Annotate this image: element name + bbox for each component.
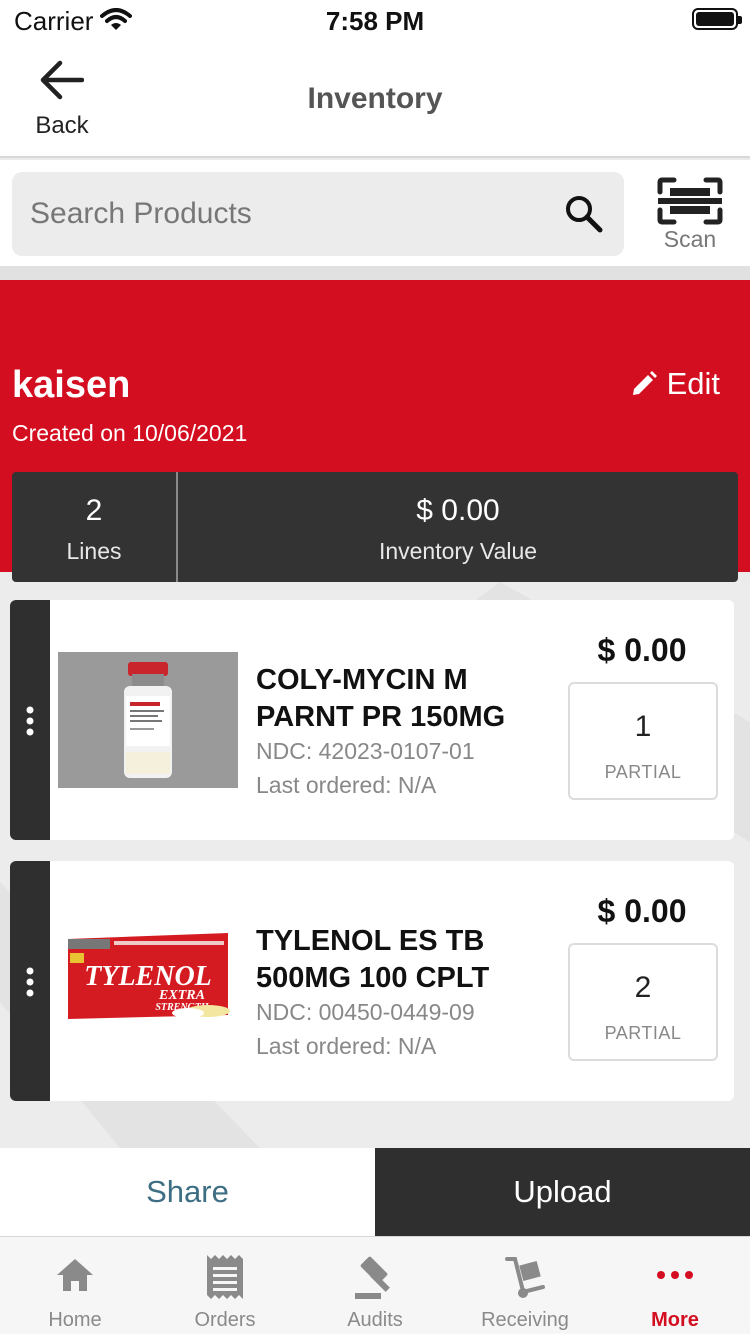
page-title: Inventory [307,82,443,115]
tab-label: More [651,1309,699,1331]
back-label: Back [35,112,89,139]
product-list: COLY-MYCIN M PARNT PR 150MG NDC: 42023-0… [0,582,750,1148]
tab-receiving[interactable]: Receiving [450,1237,600,1334]
action-bar: Share Upload [0,1148,750,1236]
home-icon [57,1259,93,1291]
inventory-stats: 2 Lines $ 0.00 Inventory Value [12,472,738,582]
tab-more[interactable]: More [600,1237,750,1334]
upload-button[interactable]: Upload [375,1148,750,1236]
search-icon[interactable] [564,194,604,234]
product-name: TYLENOL ES TB 500MG 100 CPLT [256,923,556,997]
tab-audits[interactable]: Audits [300,1237,450,1334]
product-price: $ 0.00 [597,632,687,668]
inventory-value: $ 0.00 [416,494,500,527]
tab-label: Audits [347,1309,403,1331]
card-menu-handle[interactable] [10,600,50,840]
more-vertical-icon [26,967,34,997]
quantity-unit: PARTIAL [604,1023,682,1043]
edit-label: Edit [666,366,720,401]
product-last-ordered: Last ordered: N/A [256,1033,437,1059]
gavel-icon [355,1256,390,1299]
quantity-value: 1 [634,710,652,743]
inventory-value-label: Inventory Value [378,538,538,564]
tab-label: Receiving [481,1309,569,1331]
quantity-value: 2 [634,971,652,1004]
scan-button[interactable]: Scan [652,174,728,258]
status-bar: Carrier 7:58 PM [0,0,750,40]
product-name-line: 500MG 100 CPLT [256,962,490,994]
receipt-icon [207,1255,243,1299]
more-dots-icon [657,1271,693,1279]
search-box[interactable] [12,172,624,256]
product-card[interactable]: TYLENOL EXTRA STRENGTH TYLENOL ES TB 500… [10,861,734,1101]
product-ndc: NDC: 42023-0107-01 [256,738,475,764]
pencil-icon [632,371,657,395]
lines-stat: 2 Lines [12,472,176,582]
battery-icon [692,8,742,30]
edit-button[interactable]: Edit [631,366,720,402]
product-name-line: PARNT PR 150MG [256,701,506,733]
product-name-line: TYLENOL ES TB [256,925,485,957]
product-name: COLY-MYCIN M PARNT PR 150MG [256,662,556,736]
product-name-line: COLY-MYCIN M [256,664,468,696]
created-date: Created on 10/06/2021 [12,420,248,446]
search-area: Scan [0,160,750,266]
product-last-ordered: Last ordered: N/A [256,772,437,798]
product-ndc: NDC: 00450-0449-09 [256,999,475,1025]
quantity-unit: PARTIAL [604,762,682,782]
lines-label: Lines [66,538,122,564]
product-price: $ 0.00 [597,893,687,929]
quantity-field[interactable]: 1 PARTIAL [568,682,718,800]
nav-bar: Back Inventory [0,40,750,158]
product-card[interactable]: COLY-MYCIN M PARNT PR 150MG NDC: 42023-0… [10,600,734,840]
svg-text:EXTRA: EXTRA [158,988,205,1003]
tab-home[interactable]: Home [0,1237,150,1334]
vial-image [58,652,238,788]
share-button[interactable]: Share [0,1148,375,1236]
separator [0,266,750,280]
tab-label: Orders [194,1309,256,1331]
more-vertical-icon [26,706,34,736]
barcode-scan-icon [657,177,723,225]
hand-truck-icon [505,1257,545,1298]
inventory-name: kaisen [12,364,131,406]
lines-count: 2 [85,494,103,527]
inventory-value-stat: $ 0.00 Inventory Value [178,472,738,582]
clock: 7:58 PM [325,6,425,36]
tab-label: Home [48,1309,102,1331]
quantity-field[interactable]: 2 PARTIAL [568,943,718,1061]
tab-bar: Home Orders Audits Receiving More [0,1236,750,1334]
tab-orders[interactable]: Orders [150,1237,300,1334]
scan-label: Scan [663,226,717,252]
card-menu-handle[interactable] [10,861,50,1101]
tylenol-box-image: TYLENOL EXTRA STRENGTH [58,913,238,1049]
search-input[interactable] [30,190,550,238]
